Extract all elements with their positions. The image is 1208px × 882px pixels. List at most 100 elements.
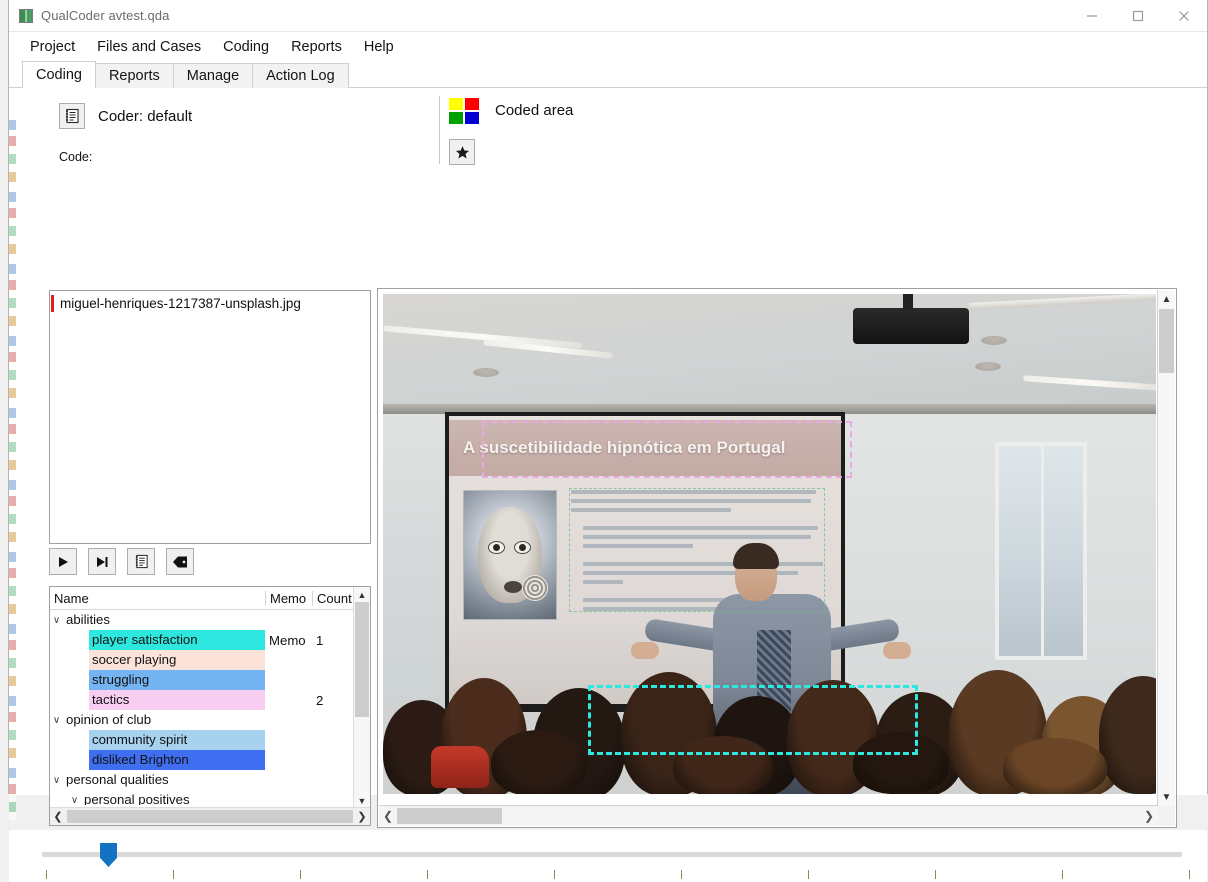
photo-ceiling-vent	[975, 362, 1001, 371]
code-tree-row[interactable]: struggling	[50, 670, 370, 690]
code-tree-row-name-cell: tactics	[50, 690, 265, 710]
code-tree-row[interactable]: disliked Brighton	[50, 750, 370, 770]
code-name-label: tactics	[89, 690, 265, 710]
code-tree-row[interactable]: ∨ personal qualities	[50, 770, 370, 790]
photo-ceiling	[383, 294, 1156, 412]
chevron-down-icon[interactable]: ∨	[50, 615, 63, 626]
coded-region-slide-text[interactable]	[569, 488, 825, 612]
chevron-right-icon[interactable]: ❯	[1140, 809, 1158, 823]
chevron-up-icon[interactable]: ▲	[354, 587, 370, 602]
memo-icon[interactable]	[127, 548, 155, 575]
slider-tick	[46, 870, 47, 879]
coded-image[interactable]: A suscetibilidade hipnótica em Portugal	[383, 294, 1156, 794]
coding-tab-content: Coder: default Code: Coded area miguel-h…	[9, 88, 1207, 882]
coder-row: Coder: default	[59, 103, 192, 129]
window-controls	[1069, 0, 1207, 31]
coded-region-slide-title[interactable]	[482, 421, 852, 478]
image-viewer-panel[interactable]: A suscetibilidade hipnótica em Portugal	[377, 288, 1177, 828]
code-tree-row-name-cell: struggling	[50, 670, 265, 690]
viewer-vertical-scrollbar[interactable]: ▲ ▼	[1157, 290, 1175, 806]
photo-slide-illustration	[463, 490, 557, 620]
minimize-icon[interactable]	[1069, 0, 1115, 31]
photo-audience-head	[491, 730, 587, 794]
tab-coding[interactable]: Coding	[22, 61, 96, 88]
chevron-up-icon[interactable]: ▲	[1158, 290, 1175, 308]
photo-slide-eye	[514, 541, 531, 554]
code-tree-row-name-cell: disliked Brighton	[50, 750, 265, 770]
tag-icon[interactable]	[166, 548, 194, 575]
chevron-down-icon[interactable]: ∨	[50, 775, 63, 786]
chevron-down-icon[interactable]: ▼	[354, 793, 370, 808]
skip-next-icon[interactable]	[88, 548, 116, 575]
chevron-down-icon[interactable]: ▼	[1158, 788, 1175, 806]
chevron-down-icon[interactable]: ∨	[68, 795, 81, 806]
code-name-label: personal qualities	[66, 772, 169, 787]
viewer-horizontal-scrollbar[interactable]: ❮ ❯	[379, 805, 1158, 826]
code-tree-header: Name Memo Count	[50, 587, 370, 610]
code-tree-row-name-cell: ∨ abilities	[50, 610, 265, 630]
coded-area-swatch-icon[interactable]	[449, 98, 479, 124]
coded-region-audience[interactable]	[588, 685, 918, 755]
code-memo-cell[interactable]: Memo	[265, 633, 312, 648]
scrollbar-thumb-horizontal[interactable]	[397, 808, 502, 824]
menu-coding[interactable]: Coding	[213, 37, 279, 57]
scrollbar-thumb-horizontal[interactable]	[67, 810, 353, 823]
photo-slide-spiral	[522, 575, 548, 601]
slider-tick	[427, 870, 428, 879]
code-tree-row[interactable]: community spirit	[50, 730, 370, 750]
code-tree-row[interactable]: ∨ personal positives	[50, 790, 370, 805]
left-edge-accent-strip	[9, 120, 16, 820]
window-title: QualCoder avtest.qda	[41, 8, 170, 23]
chevron-right-icon[interactable]: ❯	[354, 810, 370, 823]
slider-tick	[300, 870, 301, 879]
file-list-panel[interactable]: miguel-henriques-1217387-unsplash.jpg	[49, 290, 371, 544]
tab-manage[interactable]: Manage	[172, 63, 254, 88]
memo-icon[interactable]	[59, 103, 85, 129]
code-tree-row[interactable]: soccer playing	[50, 650, 370, 670]
menu-files-and-cases[interactable]: Files and Cases	[87, 37, 211, 57]
chevron-left-icon[interactable]: ❮	[50, 810, 66, 823]
code-tree-row-name-cell: community spirit	[50, 730, 265, 750]
code-tree-vertical-scrollbar[interactable]: ▲ ▼	[353, 587, 370, 808]
photo-slide-eye	[488, 541, 505, 554]
code-tree-panel[interactable]: Name Memo Count ∨ abilities player satisfa…	[49, 586, 371, 826]
column-header-memo[interactable]: Memo	[265, 590, 312, 606]
play-icon[interactable]	[49, 548, 77, 575]
menu-project[interactable]: Project	[20, 37, 85, 57]
tab-reports[interactable]: Reports	[94, 63, 174, 88]
file-list-item[interactable]: miguel-henriques-1217387-unsplash.jpg	[51, 295, 370, 312]
slider-track[interactable]	[42, 852, 1182, 857]
swatch-red	[465, 98, 479, 110]
photo-slide-mouth	[504, 581, 522, 593]
code-tree-horizontal-scrollbar[interactable]: ❮ ❯	[50, 807, 370, 825]
code-tree-row[interactable]: player satisfaction Memo 1	[50, 630, 370, 650]
photo-audience-head	[1099, 676, 1156, 794]
star-icon[interactable]	[449, 139, 475, 165]
maximize-icon[interactable]	[1115, 0, 1161, 31]
scrollbar-thumb[interactable]	[355, 602, 369, 717]
code-count-cell: 1	[316, 632, 324, 648]
column-header-name[interactable]: Name	[50, 591, 265, 606]
code-tree-row[interactable]: ∨ opinion of club	[50, 710, 370, 730]
tab-bar: Coding Reports Manage Action Log	[9, 61, 1207, 88]
code-name-label: abilities	[66, 612, 110, 627]
menu-help[interactable]: Help	[354, 37, 404, 57]
tab-action-log[interactable]: Action Log	[252, 63, 349, 88]
chevron-down-icon[interactable]: ∨	[50, 715, 63, 726]
scrollbar-thumb[interactable]	[1159, 309, 1174, 373]
column-header-count[interactable]: Count	[312, 590, 357, 606]
code-name-label: opinion of club	[66, 712, 152, 727]
code-tree-row[interactable]: tactics 2	[50, 690, 370, 710]
slider-handle[interactable]	[100, 843, 117, 867]
coded-area-group: Coded area	[439, 96, 573, 165]
slider-tick	[173, 870, 174, 879]
code-label: Code:	[59, 150, 93, 164]
chevron-left-icon[interactable]: ❮	[379, 809, 397, 823]
code-tree-row[interactable]: ∨ abilities	[50, 610, 370, 630]
close-icon[interactable]	[1161, 0, 1207, 31]
code-tree-body[interactable]: ∨ abilities player satisfaction Memo 1 soccer…	[50, 610, 370, 805]
code-name-label: soccer playing	[89, 650, 265, 670]
timeline-slider-area[interactable]	[9, 830, 1207, 882]
menu-reports[interactable]: Reports	[281, 37, 352, 57]
image-canvas[interactable]: A suscetibilidade hipnótica em Portugal	[383, 294, 1156, 807]
